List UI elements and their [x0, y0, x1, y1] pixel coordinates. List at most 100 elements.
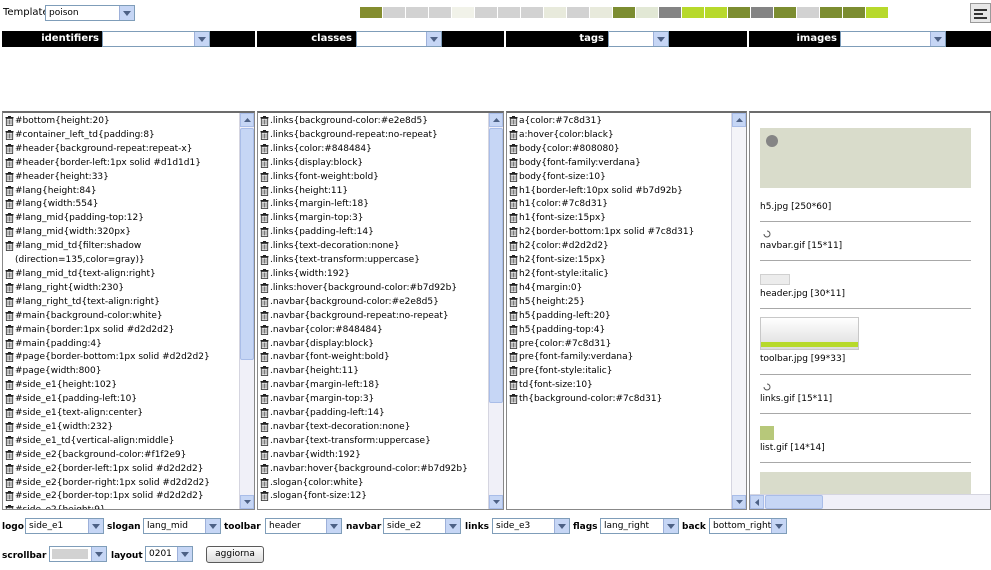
trash-icon[interactable]: [509, 380, 518, 391]
trash-icon[interactable]: [5, 296, 14, 307]
rule-row[interactable]: h1{font-size:15px}: [507, 212, 731, 226]
rule-row[interactable]: h5{padding-top:4}: [507, 324, 731, 338]
trash-icon[interactable]: [5, 199, 14, 210]
rule-row[interactable]: #page{width:800}: [3, 365, 239, 379]
update-button[interactable]: aggiorna: [206, 546, 264, 563]
trash-icon[interactable]: [5, 227, 14, 238]
rule-row[interactable]: h2{border-bottom:1px solid #7c8d31}: [507, 226, 731, 240]
rule-row[interactable]: #main{background-color:white}: [3, 310, 239, 324]
rule-row[interactable]: body{font-family:verdana}: [507, 157, 731, 171]
rule-row[interactable]: .navbar{text-transform:uppercase}: [258, 435, 488, 449]
color-swatch[interactable]: [843, 7, 865, 18]
images-hscrollbar[interactable]: [750, 494, 990, 509]
rule-row[interactable]: #main{padding:4}: [3, 338, 239, 352]
rule-row[interactable]: .navbar{margin-left:18}: [258, 379, 488, 393]
color-swatch[interactable]: [613, 7, 635, 18]
trash-icon[interactable]: [260, 129, 269, 140]
color-swatch[interactable]: [498, 7, 520, 18]
color-swatch[interactable]: [360, 7, 382, 18]
rule-row[interactable]: #header{background-repeat:repeat-x}: [3, 143, 239, 157]
rule-row[interactable]: h5{padding-left:20}: [507, 310, 731, 324]
rule-row[interactable]: td{font-size:10}: [507, 379, 731, 393]
color-swatch[interactable]: [705, 7, 727, 18]
rule-row[interactable]: .slogan{color:white}: [258, 477, 488, 491]
rule-row[interactable]: .links{color:#848484}: [258, 143, 488, 157]
rule-row[interactable]: #header{border-left:1px solid #d1d1d1}: [3, 157, 239, 171]
trash-icon[interactable]: [509, 394, 518, 405]
trash-icon[interactable]: [5, 408, 14, 418]
trash-icon[interactable]: [260, 324, 269, 335]
color-swatch[interactable]: [475, 7, 497, 18]
trash-icon[interactable]: [5, 213, 14, 224]
rule-row[interactable]: #bottom{height:20}: [3, 115, 239, 129]
logo-select[interactable]: side_e1: [25, 518, 104, 534]
scroll-thumb[interactable]: [765, 495, 823, 509]
trash-icon[interactable]: [509, 143, 518, 154]
rule-row[interactable]: h2{font-style:italic}: [507, 268, 731, 282]
rule-row[interactable]: #lang{width:554}: [3, 198, 239, 212]
trash-icon[interactable]: [260, 435, 269, 446]
rule-row[interactable]: .links{background-color:#e2e8d5}: [258, 115, 488, 129]
trash-icon[interactable]: [260, 352, 269, 363]
rule-row[interactable]: .navbar:hover{background-color:#b7d92b}: [258, 463, 488, 477]
trash-icon[interactable]: [260, 199, 269, 210]
trash-icon[interactable]: [5, 116, 14, 126]
trash-icon[interactable]: [5, 157, 14, 168]
color-swatch[interactable]: [682, 7, 704, 18]
color-swatch[interactable]: [820, 7, 842, 18]
rule-row[interactable]: .navbar{text-decoration:none}: [258, 421, 488, 435]
trash-icon[interactable]: [509, 310, 518, 321]
rule-row[interactable]: th{background-color:#7c8d31}: [507, 393, 731, 407]
scroll-down-icon[interactable]: [732, 495, 746, 509]
rule-row[interactable]: #container_left_td{padding:8}: [3, 129, 239, 143]
trash-icon[interactable]: [509, 199, 518, 210]
trash-icon[interactable]: [260, 296, 269, 307]
rule-row[interactable]: .links{width:192}: [258, 268, 488, 282]
rule-row[interactable]: #page{border-bottom:1px solid #d2d2d2}: [3, 351, 239, 365]
rule-row[interactable]: .links{display:block}: [258, 157, 488, 171]
layout-select[interactable]: 0201: [145, 546, 193, 562]
rule-row[interactable]: .links{text-transform:uppercase}: [258, 254, 488, 268]
scroll-down-icon[interactable]: [240, 495, 254, 509]
rule-row[interactable]: #lang_mid_td{text-align:right}: [3, 268, 239, 282]
rule-row[interactable]: .navbar{height:11}: [258, 365, 488, 379]
trash-icon[interactable]: [260, 143, 269, 154]
rule-row[interactable]: #lang{height:84}: [3, 185, 239, 199]
trash-icon[interactable]: [5, 338, 14, 349]
trash-icon[interactable]: [509, 352, 518, 363]
trash-icon[interactable]: [509, 116, 518, 126]
trash-icon[interactable]: [260, 449, 269, 460]
rule-row[interactable]: #lang_mid_td{filter:shadow (direction=13…: [3, 240, 239, 268]
trash-icon[interactable]: [5, 310, 14, 321]
scroll-down-icon[interactable]: [489, 495, 503, 509]
scroll-thumb[interactable]: [240, 128, 254, 360]
color-swatch[interactable]: [590, 7, 612, 18]
rule-row[interactable]: h2{color:#d2d2d2}: [507, 240, 731, 254]
rule-row[interactable]: .navbar{margin-top:3}: [258, 393, 488, 407]
flags-select[interactable]: lang_right: [600, 518, 679, 534]
rule-row[interactable]: h1{border-left:10px solid #b7d92b}: [507, 185, 731, 199]
scroll-up-icon[interactable]: [489, 113, 503, 127]
color-swatch[interactable]: [452, 7, 474, 18]
rule-row[interactable]: #side_e1{text-align:center}: [3, 407, 239, 421]
rule-row[interactable]: .links{height:11}: [258, 185, 488, 199]
rule-row[interactable]: h5{height:25}: [507, 296, 731, 310]
rule-row[interactable]: h4{margin:0}: [507, 282, 731, 296]
trash-icon[interactable]: [260, 171, 269, 182]
trash-icon[interactable]: [5, 268, 14, 279]
trash-icon[interactable]: [5, 324, 14, 335]
images-filter-select[interactable]: [840, 31, 946, 47]
trash-icon[interactable]: [509, 241, 518, 252]
trash-icon[interactable]: [5, 421, 14, 432]
trash-icon[interactable]: [5, 449, 14, 460]
trash-icon[interactable]: [5, 143, 14, 154]
trash-icon[interactable]: [509, 185, 518, 196]
trash-icon[interactable]: [260, 255, 269, 265]
scrollbar-color-select[interactable]: [49, 546, 107, 562]
navbar-select[interactable]: side_e2: [383, 518, 461, 534]
trash-icon[interactable]: [5, 380, 14, 391]
color-swatch[interactable]: [383, 7, 405, 18]
rule-row[interactable]: #lang_right_td{text-align:right}: [3, 296, 239, 310]
trash-icon[interactable]: [5, 352, 14, 363]
trash-icon[interactable]: [260, 491, 269, 502]
